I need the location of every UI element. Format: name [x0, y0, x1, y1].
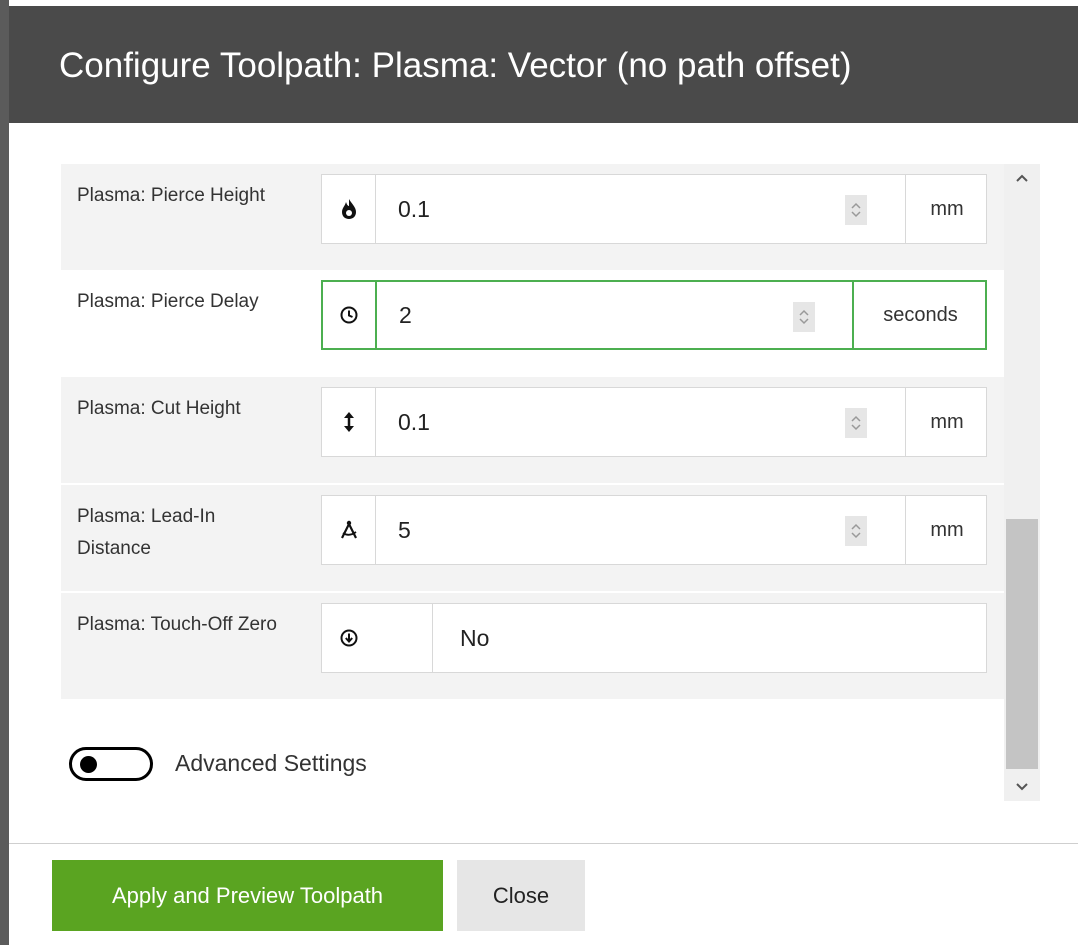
close-button[interactable]: Close — [457, 860, 585, 931]
window-edge — [0, 0, 9, 945]
dialog-title: Configure Toolpath: Plasma: Vector (no p… — [59, 46, 852, 85]
compass-icon — [322, 496, 376, 564]
field-label: Plasma: Lead-In Distance — [77, 506, 216, 559]
unit-label: mm — [905, 388, 988, 456]
select-divider — [432, 604, 433, 672]
field-label: Plasma: Cut Height — [77, 398, 241, 419]
vertical-arrows-icon — [322, 388, 376, 456]
toggle-knob — [80, 756, 97, 773]
settings-panel: Plasma: Pierce Height 0.1 mm Plasma: Pie… — [9, 123, 1078, 843]
unit-label: mm — [905, 496, 988, 564]
spinner-arrows-icon[interactable] — [845, 195, 867, 225]
pierce-height-field[interactable]: 0.1 mm — [321, 174, 987, 244]
lead-in-distance-input[interactable]: 5 — [398, 496, 411, 564]
flame-icon — [322, 175, 376, 243]
setting-row-pierce-delay: Plasma: Pierce Delay 2 seconds — [61, 270, 1005, 376]
vertical-scrollbar[interactable] — [1004, 164, 1040, 801]
pierce-delay-input[interactable]: 2 — [399, 282, 412, 348]
unit-label: mm — [905, 175, 988, 243]
apply-and-preview-button[interactable]: Apply and Preview Toolpath — [52, 860, 443, 931]
touch-off-zero-select[interactable]: No — [321, 603, 987, 673]
clock-icon — [323, 282, 377, 348]
cut-height-field[interactable]: 0.1 mm — [321, 387, 987, 457]
setting-row-cut-height: Plasma: Cut Height 0.1 mm — [61, 377, 1005, 483]
chevron-up-icon[interactable] — [1004, 164, 1040, 192]
setting-row-pierce-height: Plasma: Pierce Height 0.1 mm — [61, 164, 1005, 270]
touch-off-zero-value[interactable]: No — [460, 604, 489, 672]
circle-down-arrow-icon — [322, 604, 376, 672]
pierce-height-input[interactable]: 0.1 — [398, 175, 430, 243]
spinner-arrows-icon[interactable] — [845, 408, 867, 438]
spinner-arrows-icon[interactable] — [845, 516, 867, 546]
spinner-arrows-icon[interactable] — [793, 302, 815, 332]
footer-divider — [9, 843, 1078, 844]
advanced-settings-label[interactable]: Advanced Settings — [175, 750, 367, 777]
unit-label: seconds — [852, 282, 987, 348]
cut-height-input[interactable]: 0.1 — [398, 388, 430, 456]
chevron-down-icon[interactable] — [1004, 773, 1040, 801]
lead-in-distance-field[interactable]: 5 mm — [321, 495, 987, 565]
field-label: Plasma: Touch-Off Zero — [77, 614, 277, 635]
scrollbar-thumb[interactable] — [1006, 519, 1038, 769]
pierce-delay-field[interactable]: 2 seconds — [321, 280, 987, 350]
field-label: Plasma: Pierce Height — [77, 185, 265, 206]
setting-row-lead-in-distance: Plasma: Lead-In Distance 5 mm — [61, 485, 1005, 591]
field-label: Plasma: Pierce Delay — [77, 291, 259, 312]
setting-row-touch-off-zero: Plasma: Touch-Off Zero No — [61, 593, 1005, 699]
configure-toolpath-dialog: Configure Toolpath: Plasma: Vector (no p… — [9, 0, 1078, 945]
dialog-header: Configure Toolpath: Plasma: Vector (no p… — [9, 6, 1078, 123]
advanced-settings-toggle[interactable] — [69, 747, 153, 781]
